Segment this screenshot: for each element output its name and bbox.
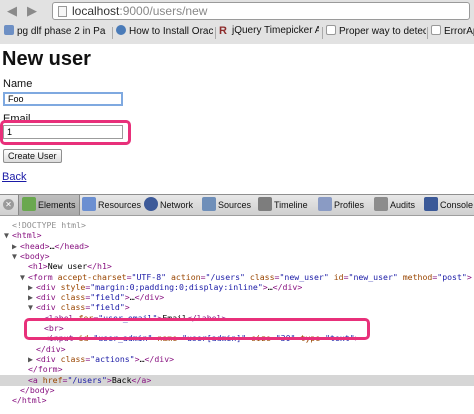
console-icon: [424, 197, 438, 211]
bookmark-item[interactable]: How to Install Oracl: [116, 25, 213, 41]
highlight-box: [0, 120, 131, 145]
devtools-toolbar: ✕ Elements Resources Network Sources Tim…: [0, 194, 474, 216]
dom-node-line[interactable]: </html>: [0, 395, 47, 406]
r-logo-icon: R: [219, 25, 227, 37]
resources-icon: [82, 197, 96, 211]
document-icon: [4, 25, 14, 35]
tab-audits[interactable]: Audits: [374, 195, 415, 215]
timeline-icon: [258, 197, 272, 211]
highlight-box: [24, 318, 370, 340]
bookmark-item[interactable]: RjQuery Timepicker A: [219, 25, 319, 41]
dom-node-line[interactable]: <a href="/users">Back</a>: [0, 374, 474, 386]
name-label: Name: [3, 78, 33, 90]
page-icon: [326, 25, 336, 35]
tab-elements[interactable]: Elements: [18, 195, 80, 215]
bookmark-item[interactable]: Proper way to detect: [326, 25, 426, 41]
page-icon: [58, 6, 67, 17]
tab-network[interactable]: Network: [144, 195, 193, 215]
tab-timeline[interactable]: Timeline: [258, 195, 308, 215]
bookmarks-bar: pg dlf phase 2 in Pa How to Install Orac…: [0, 22, 474, 43]
elements-icon: [22, 197, 36, 211]
elements-panel: <!DOCTYPE html> ▼ <html> ▶ <head>…</head> ▼ <b…: [0, 216, 474, 414]
tab-console[interactable]: Console: [424, 195, 473, 215]
network-icon: [144, 197, 158, 211]
tab-profiles[interactable]: Profiles: [318, 195, 364, 215]
back-arrow-icon[interactable]: ◀: [4, 3, 20, 19]
page-content: New user Name Foo Email 1 Create User Ba…: [0, 44, 474, 194]
tab-sources[interactable]: Sources: [202, 195, 251, 215]
address-bar[interactable]: localhost:9000/users/new: [52, 2, 470, 20]
back-link[interactable]: Back: [2, 171, 26, 183]
page-title: New user: [2, 48, 91, 70]
profiles-icon: [318, 197, 332, 211]
create-user-button[interactable]: Create User: [3, 149, 62, 163]
address-url: localhost:9000/users/new: [72, 4, 208, 18]
sources-icon: [202, 197, 216, 211]
browser-chrome: ◀ ▶ localhost:9000/users/new pg dlf phas…: [0, 0, 474, 45]
audits-icon: [374, 197, 388, 211]
bookmark-item[interactable]: ErrorApp: [431, 25, 474, 41]
globe-icon: [116, 25, 126, 35]
tab-resources[interactable]: Resources: [82, 195, 141, 215]
page-icon: [431, 25, 441, 35]
close-icon[interactable]: ✕: [3, 199, 14, 210]
bookmark-item[interactable]: pg dlf phase 2 in Pa: [4, 25, 108, 41]
name-field[interactable]: Foo: [3, 92, 123, 106]
forward-arrow-icon[interactable]: ▶: [24, 3, 40, 19]
